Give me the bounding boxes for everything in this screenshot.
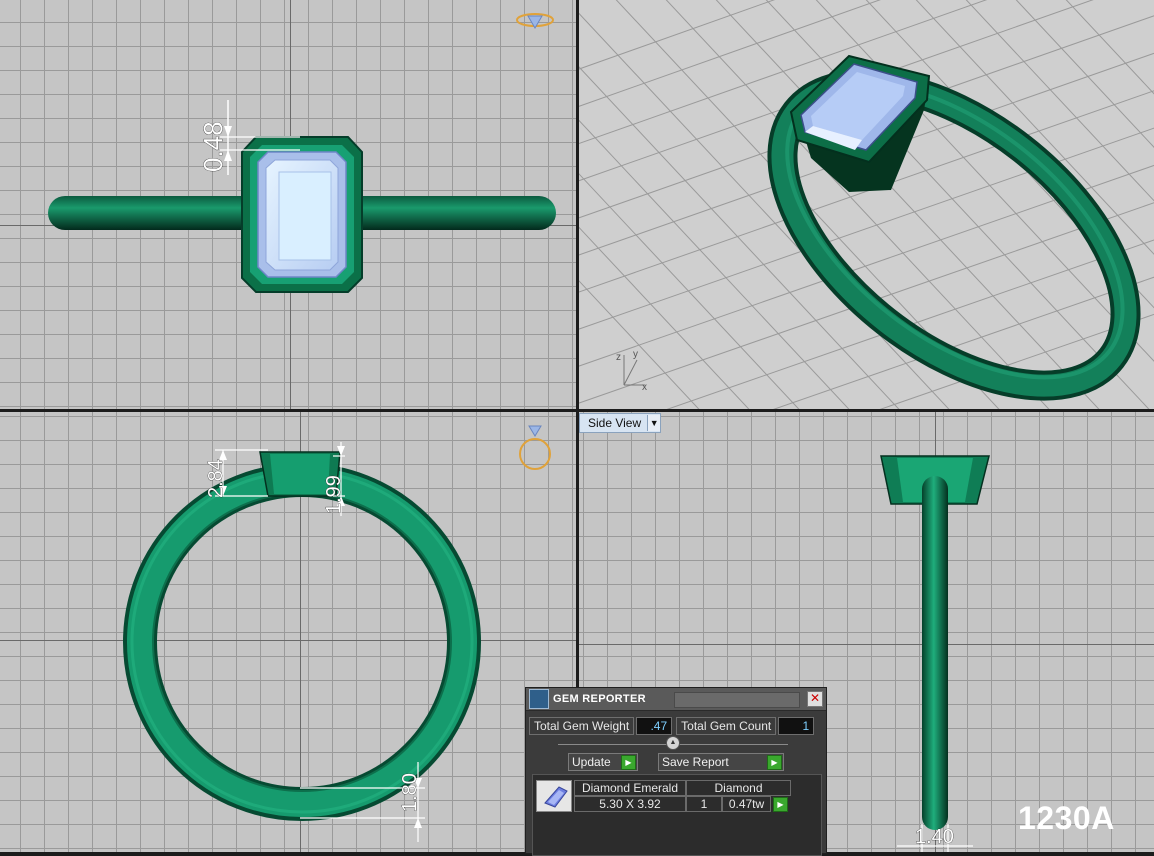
axis-gizmo-icon: z y x xyxy=(616,349,647,393)
gem-detail-button[interactable]: ▶ xyxy=(773,797,788,812)
save-report-button-label: Save Report xyxy=(662,755,729,769)
total-gem-weight-label: Total Gem Weight xyxy=(529,717,635,735)
gem-reporter-panel: GEM REPORTER ✕ Total Gem Weight .47 Tota… xyxy=(525,687,827,856)
close-icon[interactable]: ✕ xyxy=(807,691,823,707)
top-viewport[interactable]: 0.48 xyxy=(0,0,576,409)
shank xyxy=(922,476,948,830)
gem-type-cell: Diamond xyxy=(686,780,791,796)
gem-thumbnail-icon xyxy=(544,786,568,808)
gem-count-cell: 1 xyxy=(686,796,722,812)
top-view-drawing: 0.48 xyxy=(48,13,556,293)
gem-slider-knob[interactable]: ▲ xyxy=(666,736,680,750)
play-icon: ▶ xyxy=(621,755,636,770)
top-dimension-label: 0.48 xyxy=(198,121,228,172)
perspective-drawing: z y x xyxy=(579,0,1154,409)
gem-thumbnail[interactable] xyxy=(536,780,572,812)
gem-weight-cell: 0.47tw xyxy=(722,796,771,812)
update-button-label: Update xyxy=(572,755,611,769)
total-gem-weight-value: .47 xyxy=(636,717,673,735)
height-dimension-label: 2.84 xyxy=(205,459,227,498)
model-code-label: 1230A xyxy=(1018,800,1115,836)
svg-text:y: y xyxy=(633,349,638,360)
front-view-drawing: 2.84 1.99 1.80 xyxy=(123,425,551,842)
gem-size-cell: 5.30 X 3.92 xyxy=(574,796,686,812)
total-gem-count-label: Total Gem Count xyxy=(676,717,777,735)
front-viewport[interactable]: 2.84 1.99 1.80 xyxy=(0,412,576,852)
gem-list: Diamond Emerald Diamond 5.30 X 3.92 1 0.… xyxy=(532,774,822,856)
band-dimension-label: 1.80 xyxy=(399,773,421,812)
gem-shape-cell: Diamond Emerald xyxy=(574,780,686,796)
ring-band xyxy=(127,467,477,817)
svg-text:z: z xyxy=(616,352,621,363)
gem-reporter-title: GEM REPORTER xyxy=(553,693,646,705)
gem-reporter-titlebar[interactable]: GEM REPORTER ✕ xyxy=(526,688,826,711)
svg-text:x: x xyxy=(642,382,647,393)
play-icon: ▶ xyxy=(767,755,782,770)
ring-indicator-icon xyxy=(519,438,551,470)
view-select-label: Side View xyxy=(588,416,642,430)
width-dimension-label: 1.40 xyxy=(915,826,954,848)
view-select-dropdown[interactable]: Side View ▼ xyxy=(579,413,662,433)
perspective-viewport[interactable]: z y x xyxy=(579,0,1154,409)
save-report-button[interactable]: Save Report ▶ xyxy=(658,753,784,771)
chevron-down-icon[interactable]: ▼ xyxy=(647,415,661,431)
update-button[interactable]: Update ▶ xyxy=(568,753,638,771)
total-gem-count-value: 1 xyxy=(778,717,815,735)
thickness-dimension-label: 1.99 xyxy=(323,475,345,514)
gem-reporter-icon xyxy=(529,689,549,709)
